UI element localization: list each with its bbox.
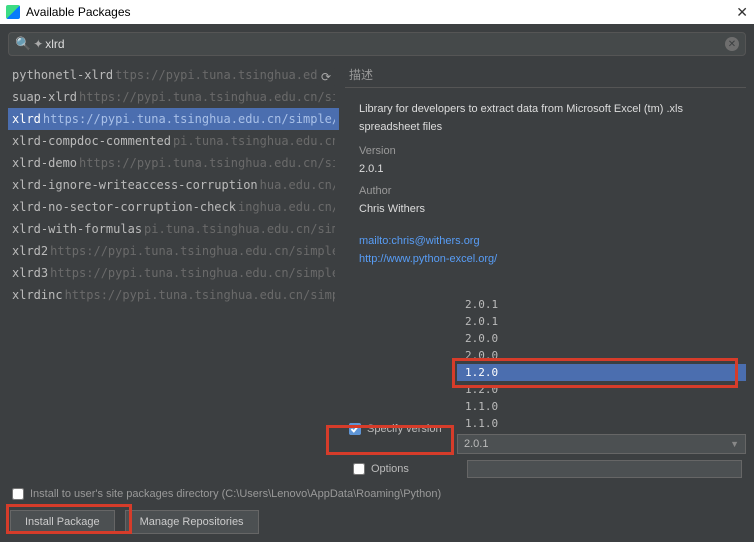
version-select[interactable]: 2.0.1 ▼ (457, 434, 746, 454)
mailto-link[interactable]: mailto:chris@withers.org (359, 232, 732, 250)
package-name: xlrd-demo (12, 154, 77, 172)
package-url: https://pypi.tuna.tsinghua.edu.cn/simple… (50, 242, 335, 260)
chevron-down-icon: ▼ (730, 439, 739, 449)
version-select-value: 2.0.1 (464, 438, 488, 450)
homepage-link[interactable]: http://www.python-excel.org/ (359, 250, 732, 268)
options-label: Options (371, 463, 409, 475)
package-url: https://pypi.tuna.tsinghua.edu.cn/simple… (65, 286, 335, 304)
author-label: Author (359, 182, 732, 200)
package-name: xlrd3 (12, 264, 48, 282)
install-package-button[interactable]: Install Package (10, 510, 115, 534)
install-user-checkbox[interactable] (12, 488, 24, 500)
version-row[interactable]: 1.2.0 (457, 364, 746, 381)
specify-version-label: Specify version (367, 423, 442, 435)
package-url: https://pypi.tuna.tsinghua.edu.cn/simple… (79, 154, 335, 172)
package-row[interactable]: xlrdinchttps://pypi.tuna.tsinghua.edu.cn… (8, 284, 339, 306)
package-row[interactable]: suap-xlrdhttps://pypi.tuna.tsinghua.edu.… (8, 86, 339, 108)
package-url: https://pypi.tuna.tsinghua.edu.cn/simple… (79, 88, 335, 106)
version-row[interactable]: 1.1.0 (457, 415, 746, 432)
search-icon: 🔍 (15, 36, 31, 52)
clear-search-icon[interactable]: ✕ (725, 37, 739, 51)
app-icon (6, 5, 20, 19)
reload-icon[interactable]: ⟳ (317, 68, 335, 86)
version-row[interactable]: 2.0.1 (457, 296, 746, 313)
package-name: xlrd-with-formulas (12, 220, 142, 238)
version-row[interactable]: 2.0.1 (457, 313, 746, 330)
package-row[interactable]: pythonetl-xlrdttps://pypi.tuna.tsinghua.… (8, 64, 339, 86)
manage-repositories-button[interactable]: Manage Repositories (125, 510, 259, 534)
specify-version-row[interactable]: Specify version (345, 420, 457, 438)
package-url: https://pypi.tuna.tsinghua.edu.cn/simple… (43, 110, 335, 128)
version-row[interactable]: 2.0.0 (457, 330, 746, 347)
package-row[interactable]: xlrd-demohttps://pypi.tuna.tsinghua.edu.… (8, 152, 339, 174)
package-url: https://pypi.tuna.tsinghua.edu.cn/simple… (50, 264, 335, 282)
package-url: hua.edu.cn/simple/ (260, 176, 335, 194)
package-list-panel: ⟳ pythonetl-xlrdttps://pypi.tuna.tsinghu… (8, 64, 339, 480)
package-row[interactable]: xlrd-with-formulaspi.tuna.tsinghua.edu.c… (8, 218, 339, 240)
search-input[interactable] (45, 37, 725, 51)
package-summary: Library for developers to extract data f… (359, 100, 732, 136)
search-field[interactable]: 🔍 ✦ ✕ (8, 32, 746, 56)
install-user-label: Install to user's site packages director… (30, 488, 441, 500)
package-name: suap-xlrd (12, 88, 77, 106)
package-row[interactable]: xlrdhttps://pypi.tuna.tsinghua.edu.cn/si… (8, 108, 339, 130)
package-row[interactable]: xlrd3https://pypi.tuna.tsinghua.edu.cn/s… (8, 262, 339, 284)
package-row[interactable]: xlrd-compdoc-commentedpi.tuna.tsinghua.e… (8, 130, 339, 152)
close-icon[interactable]: ✕ (736, 4, 748, 21)
window-title: Available Packages (26, 5, 131, 19)
detail-panel: 描述 Library for developers to extract dat… (345, 64, 746, 480)
title-bar: Available Packages ✕ (0, 0, 754, 24)
specify-version-checkbox[interactable] (349, 423, 361, 435)
options-checkbox[interactable] (353, 463, 365, 475)
author-value: Chris Withers (359, 200, 732, 218)
version-row[interactable]: 1.1.0 (457, 398, 746, 415)
package-row[interactable]: xlrd-ignore-writeaccess-corruptionhua.ed… (8, 174, 339, 196)
package-url: pi.tuna.tsinghua.edu.cn/simple/ (173, 132, 335, 150)
version-row[interactable]: 1.2.0 (457, 381, 746, 398)
version-row[interactable]: 2.0.0 (457, 347, 746, 364)
package-row[interactable]: xlrd-no-sector-corruption-checkinghua.ed… (8, 196, 339, 218)
detail-header: 描述 (345, 64, 746, 88)
options-input[interactable] (467, 460, 742, 478)
package-url: pi.tuna.tsinghua.edu.cn/simple/ (144, 220, 335, 238)
package-name: xlrd2 (12, 242, 48, 260)
package-name: pythonetl-xlrd (12, 66, 113, 84)
package-name: xlrd-no-sector-corruption-check (12, 198, 236, 216)
package-url: inghua.edu.cn/simple/ (238, 198, 335, 216)
package-name: xlrd-compdoc-commented (12, 132, 171, 150)
package-name: xlrd-ignore-writeaccess-corruption (12, 176, 258, 194)
package-url: ttps://pypi.tuna.tsinghua.edu.cn/simple/ (115, 66, 335, 84)
package-name: xlrd (12, 110, 41, 128)
version-value: 2.0.1 (359, 160, 732, 178)
version-list[interactable]: 2.0.12.0.12.0.02.0.01.2.01.2.01.1.01.1.0 (457, 296, 746, 432)
version-label: Version (359, 142, 732, 160)
package-row[interactable]: xlrd2https://pypi.tuna.tsinghua.edu.cn/s… (8, 240, 339, 262)
star-icon: ✦ (33, 37, 43, 51)
package-name: xlrdinc (12, 286, 63, 304)
